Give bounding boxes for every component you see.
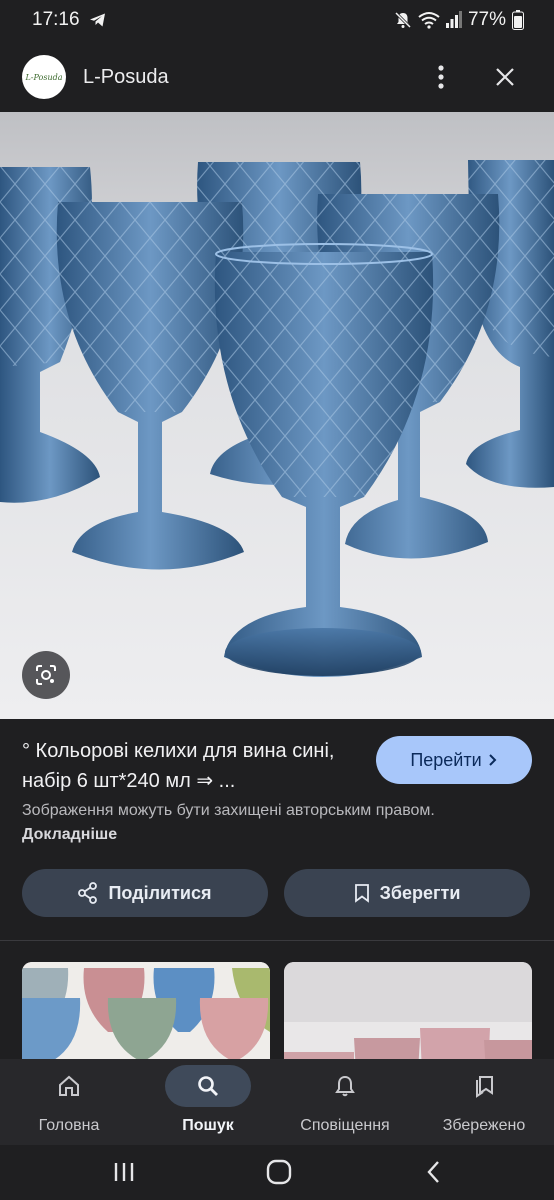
bottom-nav: Головна Пошук Сповіщення Збережено (0, 1059, 554, 1145)
visit-button[interactable]: Перейти (376, 736, 532, 784)
save-button[interactable]: Зберегти (284, 869, 530, 917)
status-time: 17:16 (32, 9, 80, 30)
app-header: L-Posuda L-Posuda (0, 42, 554, 112)
more-vert-icon (438, 65, 444, 89)
copyright-note: Зображення можуть бути захищені авторськ… (22, 799, 512, 847)
nav-saved-label: Збережено (442, 1117, 526, 1134)
nav-home-label: Головна (38, 1117, 100, 1134)
status-bar: 17:16 77% (0, 0, 554, 42)
bell-icon (335, 1075, 355, 1097)
site-name[interactable]: L-Posuda (83, 66, 169, 89)
telegram-icon (88, 10, 108, 30)
result-title[interactable]: ° Кольорові келихи для вина сині, набір … (22, 736, 367, 796)
system-nav-bar (0, 1145, 554, 1200)
back-icon (427, 1161, 439, 1183)
nav-search[interactable]: Пошук (148, 1059, 268, 1145)
status-indicators: 77% (394, 9, 524, 31)
home-button[interactable] (259, 1155, 299, 1189)
close-button[interactable] (490, 62, 520, 92)
share-label: Поділитися (108, 882, 212, 903)
share-icon (78, 882, 98, 904)
recent-apps-icon (114, 1163, 134, 1181)
nav-saved[interactable]: Збережено (424, 1059, 544, 1145)
chevron-right-icon (488, 754, 497, 766)
lens-search-button[interactable] (22, 651, 70, 699)
close-icon (496, 68, 514, 86)
related-image-1[interactable] (22, 962, 270, 1072)
share-button[interactable]: Поділитися (22, 869, 268, 917)
home-icon (59, 1075, 79, 1096)
nav-search-label: Пошук (182, 1117, 234, 1134)
learn-more-link[interactable]: Докладніше (22, 826, 117, 843)
bookmark-icon (354, 884, 369, 903)
wifi-icon (418, 11, 440, 29)
visit-button-label: Перейти (410, 749, 482, 770)
recent-apps-button[interactable] (104, 1155, 144, 1189)
lens-icon (36, 665, 56, 685)
more-options-button[interactable] (428, 62, 454, 92)
site-logo-text: L-Posuda (25, 72, 63, 82)
home-circle-icon (266, 1159, 292, 1185)
saved-icon (476, 1076, 493, 1098)
nav-home[interactable]: Головна (9, 1059, 129, 1145)
back-button[interactable] (414, 1155, 454, 1189)
site-logo[interactable]: L-Posuda (22, 55, 66, 99)
nav-notifications[interactable]: Сповіщення (285, 1059, 405, 1145)
copyright-text: Зображення можуть бути захищені авторськ… (22, 802, 435, 819)
divider (0, 940, 554, 941)
battery-icon (512, 10, 524, 30)
signal-icon (445, 11, 462, 29)
battery-percent: 77% (467, 9, 506, 30)
save-label: Зберегти (379, 882, 461, 903)
related-image-2[interactable] (284, 962, 532, 1072)
mute-icon (394, 11, 412, 29)
search-icon (198, 1076, 218, 1096)
product-image[interactable] (0, 112, 554, 719)
nav-notifications-label: Сповіщення (300, 1117, 390, 1134)
